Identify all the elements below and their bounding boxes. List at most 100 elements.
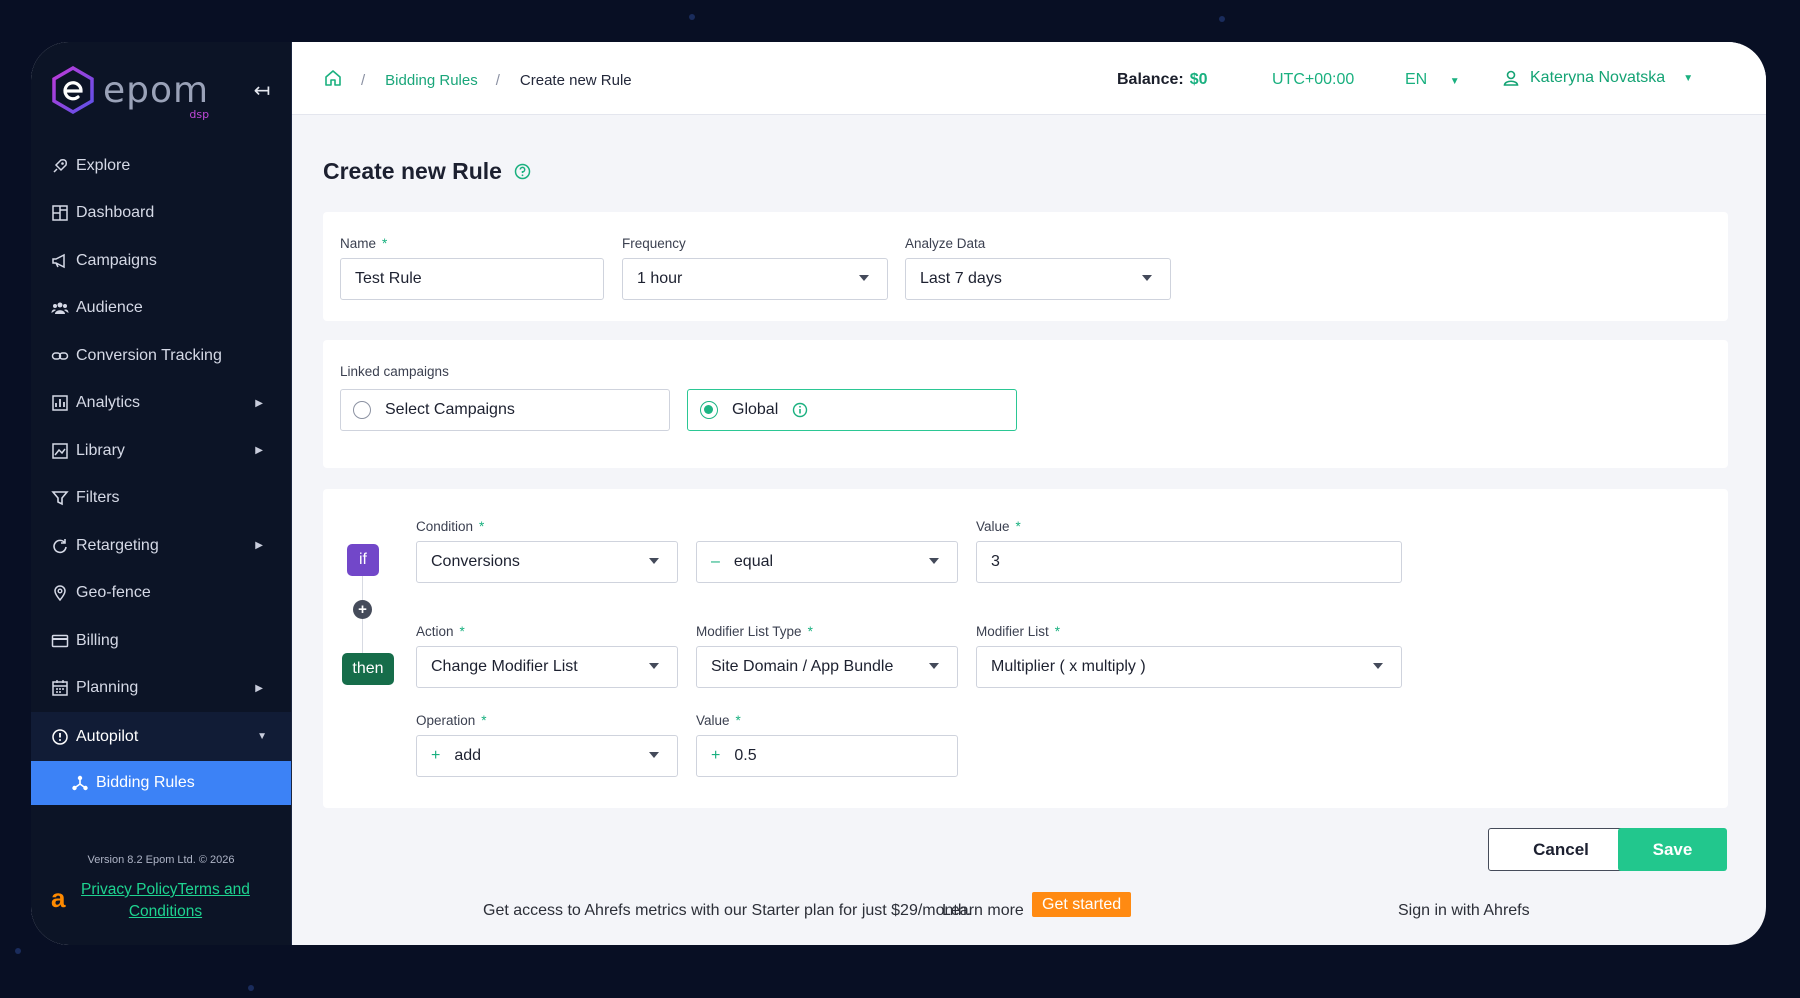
sidebar-item-campaigns[interactable]: Campaigns <box>31 237 291 285</box>
name-label: Name * <box>340 236 388 251</box>
epom-hex-icon <box>52 66 94 114</box>
global-option[interactable]: Global <box>687 389 1017 431</box>
user-name: Kateryna Novatska <box>1530 69 1666 86</box>
sidebar-item-filters[interactable]: Filters <box>31 475 291 523</box>
library-image-icon <box>52 443 68 459</box>
caret-down-icon: ▼ <box>257 731 267 742</box>
dropdown-arrow-icon <box>929 663 939 669</box>
sidebar-item-audience[interactable]: Audience <box>31 285 291 333</box>
app-window: epom dsp ↤ Explore Dashboard Campaigns A… <box>31 42 1766 945</box>
analytics-chart-icon <box>52 395 68 411</box>
background-dot <box>15 948 21 954</box>
operation-select[interactable]: + add <box>416 735 678 777</box>
ahrefs-promo-bar: Get access to Ahrefs metrics with our St… <box>292 892 1766 932</box>
breadcrumb-bidding-rules[interactable]: Bidding Rules <box>385 72 478 89</box>
dashboard-icon <box>52 205 68 221</box>
help-circle-icon[interactable] <box>514 163 531 180</box>
dropdown-arrow-icon <box>649 663 659 669</box>
version-text: Version 8.2 Epom Ltd. © 2026 <box>87 854 235 866</box>
sidebar-item-label: Dashboard <box>76 204 155 222</box>
sidebar-item-library[interactable]: Library ▶ <box>31 427 291 475</box>
value-label: Value * <box>976 519 1021 534</box>
dropdown-arrow-icon <box>1373 663 1383 669</box>
plus-icon: + <box>711 747 721 764</box>
autopilot-clock-icon <box>52 728 68 745</box>
sidebar-item-bidding-rules[interactable]: Bidding Rules <box>31 761 291 805</box>
sidebar-item-billing[interactable]: Billing <box>31 617 291 665</box>
save-button[interactable]: Save <box>1618 828 1727 871</box>
sidebar-item-conversion-tracking[interactable]: Conversion Tracking <box>31 332 291 380</box>
modifier-list-type-select[interactable]: Site Domain / App Bundle <box>696 646 958 688</box>
promo-text: Get access to Ahrefs metrics with our St… <box>483 902 972 919</box>
language-selector[interactable]: EN ▼ <box>1405 71 1460 89</box>
action-select[interactable]: Change Modifier List <box>416 646 678 688</box>
modifier-list-select[interactable]: Multiplier ( x multiply ) <box>976 646 1402 688</box>
modifier-list-type-label: Modifier List Type * <box>696 624 813 639</box>
caret-down-icon: ▼ <box>1683 72 1694 84</box>
sidebar-item-analytics[interactable]: Analytics ▶ <box>31 380 291 428</box>
sidebar-item-retargeting[interactable]: Retargeting ▶ <box>31 522 291 570</box>
calendar-icon <box>52 680 68 696</box>
cancel-button[interactable]: Cancel <box>1488 828 1634 871</box>
dropdown-arrow-icon <box>859 275 869 281</box>
sign-in-ahrefs-link[interactable]: Sign in with Ahrefs <box>1398 902 1530 920</box>
condition-value-input[interactable]: 3 <box>976 541 1402 583</box>
map-pin-icon <box>54 585 66 602</box>
timezone-display[interactable]: UTC+00:00 <box>1272 71 1354 89</box>
sidebar-nav: Explore Dashboard Campaigns Audience Con… <box>31 142 291 805</box>
collapse-sidebar-button[interactable]: ↤ <box>249 78 275 104</box>
breadcrumb-separator: / <box>495 71 500 89</box>
operation-value-input[interactable]: +0.5 <box>696 735 958 777</box>
analyze-data-label: Analyze Data <box>905 236 986 251</box>
dropdown-arrow-icon <box>1142 275 1152 281</box>
dropdown-arrow-icon <box>649 558 659 564</box>
sidebar-item-geo-fence[interactable]: Geo-fence <box>31 570 291 618</box>
link-icon <box>51 352 69 360</box>
sidebar-item-label: Filters <box>76 489 120 507</box>
rule-settings-card: Name * Test Rule Frequency 1 hour Analyze… <box>323 212 1728 321</box>
option-label: Select Campaigns <box>385 401 515 418</box>
balance-value: $0 <box>1189 71 1208 88</box>
analyze-data-select[interactable]: Last 7 days <box>905 258 1171 300</box>
add-condition-button[interactable]: + <box>353 600 372 619</box>
epom-logo[interactable]: epom dsp <box>51 66 209 121</box>
minus-icon: – <box>711 553 720 570</box>
background-dot <box>248 985 254 991</box>
ahrefs-logo-icon: a <box>51 883 66 913</box>
balance-label: Balance: <box>1117 71 1184 88</box>
then-tag: then <box>342 653 394 685</box>
sidebar-item-explore[interactable]: Explore <box>31 142 291 190</box>
user-menu[interactable]: Kateryna Novatska ▼ <box>1502 69 1693 87</box>
dropdown-arrow-icon <box>649 752 659 758</box>
background-dot <box>689 14 695 20</box>
sidebar-item-planning[interactable]: Planning ▶ <box>31 665 291 713</box>
frequency-select[interactable]: 1 hour <box>622 258 888 300</box>
condition-select[interactable]: Conversions <box>416 541 678 583</box>
users-icon <box>51 302 69 315</box>
page-title: Create new Rule <box>323 158 531 185</box>
sidebar-item-label: Retargeting <box>76 536 159 554</box>
name-input[interactable]: Test Rule <box>340 258 604 300</box>
select-campaigns-option[interactable]: Select Campaigns <box>340 389 670 431</box>
sidebar-item-autopilot[interactable]: Autopilot ▼ <box>31 712 291 761</box>
modifier-list-label: Modifier List * <box>976 624 1061 639</box>
privacy-block: a Privacy PolicyTerms and Conditions <box>51 879 255 923</box>
breadcrumb-current: Create new Rule <box>519 71 632 89</box>
condition-action-card: if + then Condition * Conversions – equal … <box>323 489 1728 808</box>
language-value: EN <box>1405 71 1428 88</box>
breadcrumb-home[interactable] <box>323 68 343 92</box>
sidebar-item-label: Audience <box>76 299 143 317</box>
sidebar-item-label: Library <box>76 441 125 459</box>
info-icon[interactable] <box>792 402 808 418</box>
operator-select[interactable]: – equal <box>696 541 958 583</box>
sidebar-item-dashboard[interactable]: Dashboard <box>31 190 291 238</box>
learn-more-link[interactable]: Learn more <box>942 902 1024 920</box>
sidebar-item-label: Bidding Rules <box>96 774 195 791</box>
privacy-policy-link[interactable]: Privacy PolicyTerms and Conditions <box>75 879 255 923</box>
sidebar-item-label: Explore <box>76 156 131 174</box>
background-dot <box>1219 16 1225 22</box>
if-tag: if <box>347 544 379 576</box>
megaphone-icon <box>52 253 65 268</box>
caret-down-icon: ▼ <box>1449 76 1460 87</box>
get-started-button[interactable]: Get started <box>1032 892 1132 917</box>
